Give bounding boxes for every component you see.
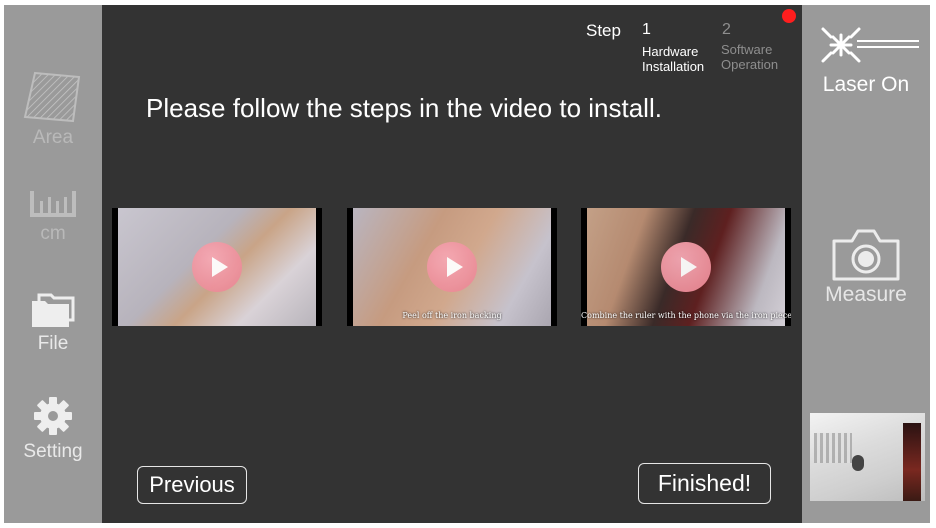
camera-preview-thumbnail[interactable] bbox=[810, 413, 925, 501]
video-3[interactable]: Combine the ruler with the phone via the… bbox=[581, 208, 791, 326]
unit-button[interactable]: cm bbox=[4, 187, 102, 245]
previous-button[interactable]: Previous bbox=[137, 466, 247, 504]
ruler-icon bbox=[30, 191, 76, 217]
step-2-number: 2 bbox=[722, 21, 731, 38]
gear-icon bbox=[34, 397, 72, 435]
recording-indicator bbox=[782, 9, 796, 23]
unit-label: cm bbox=[40, 223, 66, 244]
video-1[interactable] bbox=[112, 208, 322, 326]
area-tool-button[interactable]: Area bbox=[4, 71, 102, 149]
setting-label: Setting bbox=[23, 441, 83, 462]
left-sidebar: Area cm File Setting bbox=[4, 5, 102, 523]
step-word: Step bbox=[586, 21, 621, 40]
video-2[interactable]: Peel off the iron backing bbox=[347, 208, 557, 326]
right-sidebar: Laser On Measure bbox=[802, 5, 930, 523]
video-2-caption: Peel off the iron backing bbox=[402, 311, 502, 320]
video-3-caption: Combine the ruler with the phone via the… bbox=[581, 311, 791, 320]
step-1-label: Hardware Installation bbox=[642, 44, 705, 74]
area-label: Area bbox=[32, 127, 74, 148]
app-frame: Area cm File Setting Step 1 2 Hardware I… bbox=[4, 5, 930, 523]
video-list: Peel off the iron backing Combine the ru… bbox=[112, 208, 792, 326]
camera-icon bbox=[832, 229, 900, 281]
laser-icon bbox=[821, 27, 919, 63]
finished-button[interactable]: Finished! bbox=[638, 463, 771, 504]
folder-icon bbox=[32, 293, 75, 327]
preview-bottle bbox=[903, 423, 921, 501]
setting-button[interactable]: Setting bbox=[4, 395, 102, 463]
measure-label: Measure bbox=[825, 283, 907, 306]
measure-button[interactable]: Measure bbox=[802, 227, 930, 307]
laser-toggle-button[interactable]: Laser On bbox=[802, 17, 930, 97]
preview-mouse bbox=[852, 455, 864, 471]
file-label: File bbox=[37, 333, 69, 354]
play-icon[interactable] bbox=[661, 242, 711, 292]
instruction-text: Please follow the steps in the video to … bbox=[146, 93, 662, 123]
play-icon[interactable] bbox=[427, 242, 477, 292]
laser-label: Laser On bbox=[822, 73, 910, 96]
area-icon bbox=[23, 71, 81, 123]
step-1-number: 1 bbox=[642, 21, 651, 38]
play-icon[interactable] bbox=[192, 242, 242, 292]
main-panel: Step 1 2 Hardware Installation Software … bbox=[102, 5, 802, 523]
file-button[interactable]: File bbox=[4, 291, 102, 355]
preview-keyboard bbox=[814, 433, 852, 463]
step-indicator: Step 1 2 Hardware Installation Software … bbox=[586, 21, 786, 81]
step-2-label: Software Operation bbox=[721, 42, 779, 72]
